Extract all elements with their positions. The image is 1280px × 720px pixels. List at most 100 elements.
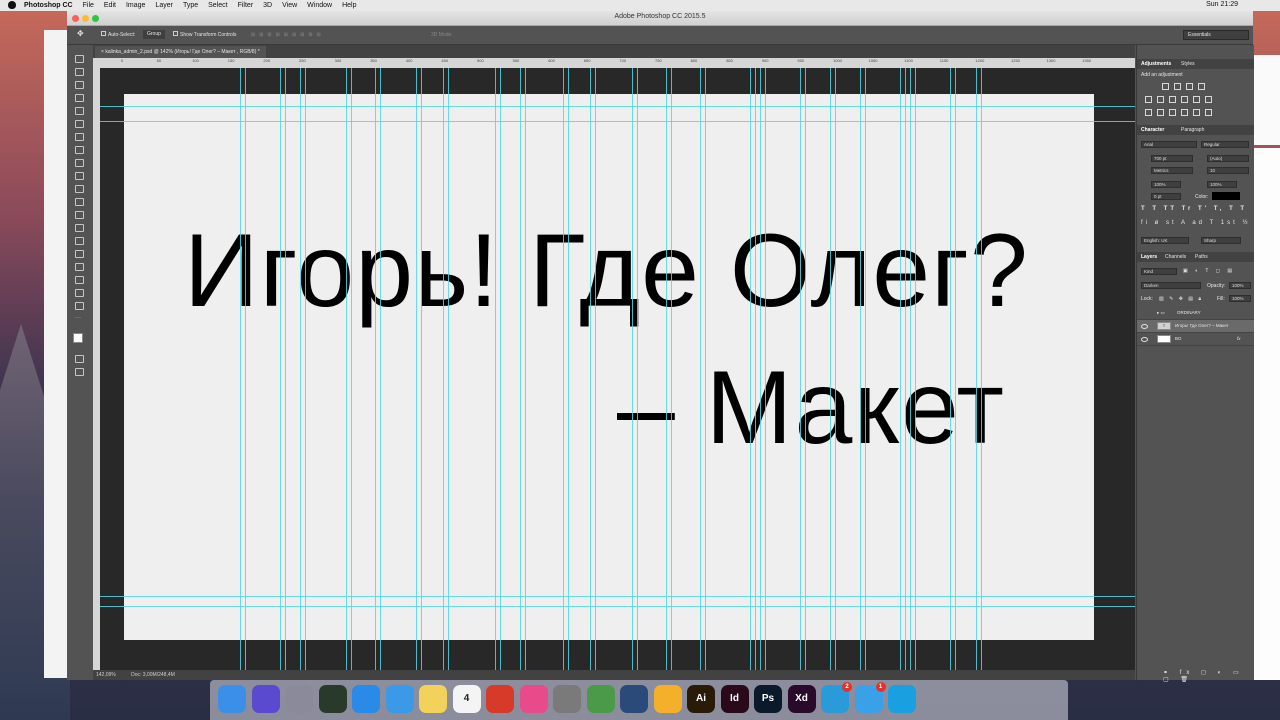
guide-vertical[interactable] xyxy=(765,68,766,680)
guide-vertical[interactable] xyxy=(755,68,756,680)
adjustment-icon[interactable] xyxy=(1198,83,1205,90)
guide-vertical[interactable] xyxy=(245,68,246,680)
launchpad-icon[interactable] xyxy=(285,685,313,713)
text-line-1[interactable]: Игорь! Где Олег? xyxy=(184,219,1029,323)
guide-horizontal[interactable] xyxy=(100,121,1135,122)
wunderlist-icon[interactable] xyxy=(486,685,514,713)
guide-vertical[interactable] xyxy=(950,68,951,680)
adjustment-icon[interactable] xyxy=(1205,109,1212,116)
guide-vertical[interactable] xyxy=(671,68,672,680)
guide-horizontal[interactable] xyxy=(100,596,1135,597)
adjustment-icon[interactable] xyxy=(1181,109,1188,116)
doc-info[interactable]: Doc: 3,00M/248,4M xyxy=(131,672,175,678)
quick-select-tool-icon[interactable] xyxy=(75,94,84,102)
menu-file[interactable]: File xyxy=(83,2,94,9)
lock-icons[interactable]: ▧ ✎ ✥ ▤ 🔒︎ xyxy=(1159,296,1203,302)
blur-tool-icon[interactable] xyxy=(75,211,84,219)
transform-checkbox[interactable] xyxy=(173,31,178,36)
tab-adjustments[interactable]: Adjustments xyxy=(1141,61,1171,67)
document-canvas[interactable]: Игорь! Где Олег? – Макет xyxy=(124,94,1094,640)
guide-vertical[interactable] xyxy=(495,68,496,680)
tab-layers[interactable]: Layers xyxy=(1141,254,1157,260)
adjustment-icon[interactable] xyxy=(1169,109,1176,116)
shape-tool-icon[interactable] xyxy=(75,276,84,284)
guide-vertical[interactable] xyxy=(380,68,381,680)
guide-vertical[interactable] xyxy=(905,68,906,680)
photoshop-icon[interactable]: Ps xyxy=(754,685,782,713)
menu-help[interactable]: Help xyxy=(342,2,356,9)
dodge-tool-icon[interactable] xyxy=(75,224,84,232)
calendar-icon[interactable]: 4 xyxy=(452,685,481,713)
adjustment-icon[interactable] xyxy=(1193,96,1200,103)
zoom-tool-icon[interactable] xyxy=(75,302,84,310)
tracking-field[interactable]: 10 xyxy=(1207,167,1249,174)
history-brush-tool-icon[interactable] xyxy=(75,172,84,180)
guide-vertical[interactable] xyxy=(805,68,806,680)
tab-character[interactable]: Character xyxy=(1141,127,1164,133)
indesign-icon[interactable]: Id xyxy=(720,685,749,713)
move-tool-icon[interactable] xyxy=(75,55,84,63)
guide-vertical[interactable] xyxy=(915,68,916,680)
chrome-icon[interactable] xyxy=(586,685,615,713)
adjustment-icon[interactable] xyxy=(1157,109,1164,116)
menu-image[interactable]: Image xyxy=(126,2,145,9)
itunes-icon[interactable] xyxy=(519,685,548,713)
adjustment-icon[interactable] xyxy=(1174,83,1181,90)
guide-vertical[interactable] xyxy=(865,68,866,680)
layer-actions-icons[interactable]: ⚭ fx ◻ ◐ ▭ ▢ 🗑︎ xyxy=(1163,669,1254,683)
fill-field[interactable]: 100% xyxy=(1229,295,1251,302)
document-tab[interactable]: × kalinka_admin_2.psd @ 142% (Игорь! Где… xyxy=(95,46,266,58)
vertical-scale-field[interactable]: 100% xyxy=(1151,181,1181,188)
guide-vertical[interactable] xyxy=(981,68,982,680)
guide-vertical[interactable] xyxy=(955,68,956,680)
guide-horizontal[interactable] xyxy=(100,106,1135,107)
healing-tool-icon[interactable] xyxy=(75,133,84,141)
guide-vertical[interactable] xyxy=(520,68,521,680)
zoom-level[interactable]: 142,09% xyxy=(96,672,116,678)
screen-mode-icon[interactable] xyxy=(75,368,84,376)
layer-filter-icons[interactable]: ▣ ◐ T ◻ ▤ xyxy=(1183,268,1235,274)
text-line-2[interactable]: – Макет xyxy=(617,356,1005,460)
align-icons[interactable]: ⊞⊞⊞⊞⊞⊞⊞⊞⊞ xyxy=(251,32,325,38)
mission-control-icon[interactable] xyxy=(318,685,347,713)
guide-vertical[interactable] xyxy=(830,68,831,680)
layer-bg[interactable]: BG fx xyxy=(1137,333,1254,346)
foreground-color-swatch[interactable] xyxy=(73,333,83,343)
safari-icon[interactable] xyxy=(385,685,414,713)
adjustment-icon[interactable] xyxy=(1181,96,1188,103)
font-family-select[interactable]: Arial xyxy=(1141,141,1197,148)
adobe-xd-icon[interactable]: Xd xyxy=(787,685,816,713)
eye-icon[interactable] xyxy=(1141,337,1148,342)
language-select[interactable]: English: UK xyxy=(1141,237,1189,244)
guide-vertical[interactable] xyxy=(568,68,569,680)
layer-text[interactable]: T Игорь! Где Олег? – Макет xyxy=(1137,320,1254,333)
nuclino-icon[interactable] xyxy=(620,685,648,713)
guide-vertical[interactable] xyxy=(860,68,861,680)
pen-tool-icon[interactable] xyxy=(75,237,84,245)
type-tool-icon[interactable] xyxy=(75,250,84,258)
auto-select-dropdown[interactable]: Group xyxy=(143,30,165,39)
stamp-tool-icon[interactable] xyxy=(75,159,84,167)
guide-vertical[interactable] xyxy=(305,68,306,680)
sketch-icon[interactable] xyxy=(653,685,682,713)
layer-kind-filter[interactable]: Kind xyxy=(1141,268,1177,275)
menu-select[interactable]: Select xyxy=(208,2,227,9)
guide-vertical[interactable] xyxy=(900,68,901,680)
text-style-buttons[interactable]: T T TT Tr T' T, T T xyxy=(1141,206,1247,212)
guide-vertical[interactable] xyxy=(910,68,911,680)
guide-vertical[interactable] xyxy=(300,68,301,680)
guide-vertical[interactable] xyxy=(375,68,376,680)
adjustment-icon[interactable] xyxy=(1145,109,1152,116)
tab-paths[interactable]: Paths xyxy=(1195,254,1208,260)
quick-mask-icon[interactable] xyxy=(75,355,84,363)
guide-vertical[interactable] xyxy=(346,68,347,680)
adjustment-icon[interactable] xyxy=(1169,96,1176,103)
guide-horizontal[interactable] xyxy=(100,606,1135,607)
adjustment-icon[interactable] xyxy=(1205,96,1212,103)
antialias-select[interactable]: Sharp xyxy=(1201,237,1241,244)
adjustment-icon[interactable] xyxy=(1186,83,1193,90)
auto-select-checkbox[interactable] xyxy=(101,31,106,36)
guide-vertical[interactable] xyxy=(632,68,633,680)
menu-edit[interactable]: Edit xyxy=(104,2,116,9)
canvas-workspace[interactable]: Игорь! Где Олег? – Макет xyxy=(100,68,1135,680)
